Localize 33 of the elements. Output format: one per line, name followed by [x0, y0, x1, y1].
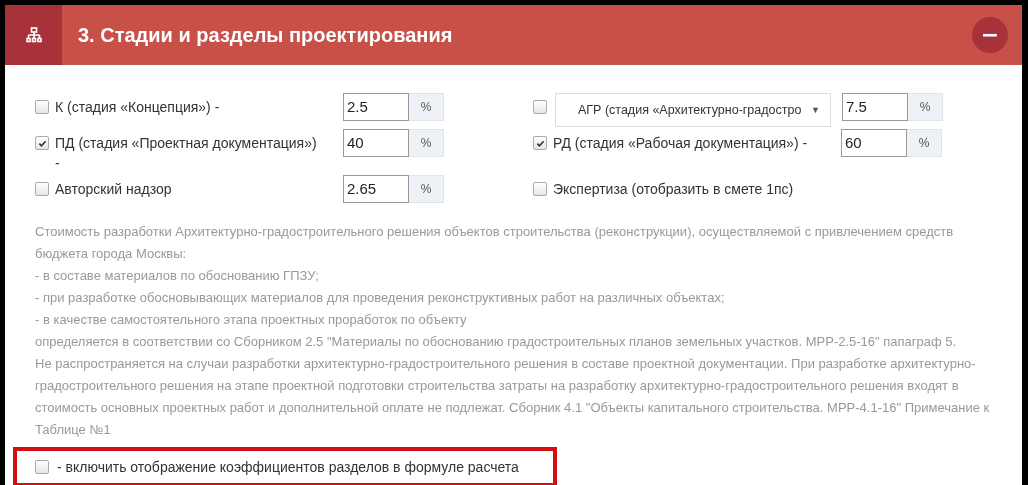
- description-text: Не распространяется на случаи разработки архитектурно-градостроительного решения в составе проектной документации. При разработке архитектурно-градостроительного решения на этапе проектной подготовки строительства затраты на разработку архитектурно-градостроительного решения входят в стоимость основных проектных работ и дополнительной оплате не подлежат. Сборник 4.1 "Объекты капитального строительства. МРР-4.1-16" Примечание к Таблице №1: [35, 355, 991, 439]
- checkbox[interactable]: [35, 182, 49, 196]
- percent-input[interactable]: 60: [841, 129, 907, 157]
- description-text: - при разработке обосновывающих материалов для проведения реконструктивных работ на различных объектах;: [35, 289, 726, 307]
- option-label: - включить отображение коэффициентов разделов в формуле расчета: [57, 459, 519, 475]
- percent-addon: %: [908, 93, 943, 121]
- percent-addon: %: [409, 129, 444, 157]
- option-label: Авторский надзор: [55, 180, 173, 199]
- collapse-button[interactable]: −: [972, 17, 1008, 53]
- percent-input[interactable]: 40: [343, 129, 409, 157]
- option-label: К (стадия «Концепция») -: [55, 98, 221, 117]
- description-text: - в составе материалов по обоснованию ГПЗУ;: [35, 267, 320, 285]
- checkbox[interactable]: [533, 182, 547, 196]
- hierarchy-icon: [25, 27, 42, 43]
- checkbox[interactable]: [533, 100, 547, 114]
- checkbox[interactable]: [35, 460, 49, 474]
- stage-select[interactable]: АГР (стадия «Архитектурно-градостро ▼: [555, 93, 831, 127]
- percent-input[interactable]: 2.65: [343, 175, 409, 203]
- description-text: - в качестве самостоятельного этапа проектных проработок по объекту: [35, 311, 468, 329]
- description-text: Стоимость разработки Архитектурно-градостроительного решения объектов строительства (реконструкции), осуществляемой с привлечением средств бюджета города Москвы:: [35, 223, 955, 263]
- description-text: определяется в соответствии со Сборником 2.5 "Материалы по обоснованию градостроительных планов земельных участков. МРР-2.5-16" папаграф 5.: [35, 333, 958, 351]
- checkbox[interactable]: [35, 136, 49, 150]
- checkbox[interactable]: [35, 100, 49, 114]
- percent-addon: %: [409, 175, 444, 203]
- option-label: РД (стадия «Рабочая документация») -: [553, 134, 809, 153]
- percent-addon: %: [409, 93, 444, 121]
- option-label: Экспертиза (отобразить в смете 1пс): [553, 180, 794, 199]
- percent-input[interactable]: 7.5: [842, 93, 908, 121]
- checkbox[interactable]: [533, 136, 547, 150]
- percent-input[interactable]: 2.5: [343, 93, 409, 121]
- section-title: 3. Стадии и разделы проектирования: [78, 23, 454, 47]
- percent-addon: %: [907, 129, 942, 157]
- option-label: ПД (стадия «Проектная документация») -: [55, 134, 318, 173]
